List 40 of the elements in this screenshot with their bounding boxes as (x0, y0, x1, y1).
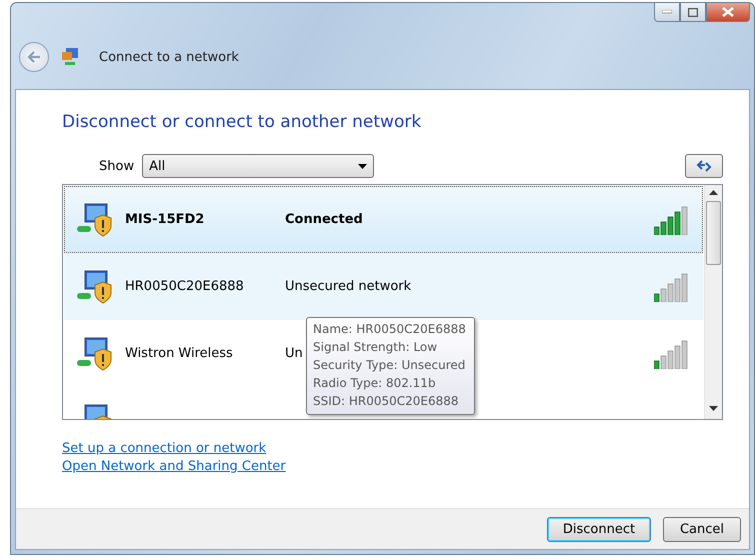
tooltip-line: Name: HR0050C20E6888 (313, 321, 466, 338)
dialog-button[interactable]: Cancel (663, 516, 741, 542)
back-arrow-icon (26, 50, 42, 64)
network-shield-icon (75, 202, 113, 238)
maximize-button[interactable] (680, 3, 706, 22)
tooltip-line: Signal Strength: Low (313, 339, 438, 356)
network-status: Un (285, 346, 303, 361)
network-row[interactable]: HR0050C20E6888 Unsecured network (64, 253, 703, 320)
close-button[interactable] (706, 3, 750, 22)
network-name: HR0050C20E6888 (125, 279, 245, 294)
network-row[interactable]: MIS-15FD2 Connected (64, 186, 703, 253)
maximize-icon (688, 8, 698, 16)
scrollbar[interactable] (704, 185, 722, 419)
caret-icon (358, 164, 368, 168)
tooltip-line: Security Type: Unsecured (313, 357, 466, 374)
scroll-up-icon (709, 190, 718, 195)
network-name: MIS-15FD2 (125, 212, 206, 227)
close-icon (722, 7, 734, 17)
network-name: Wistron Wireless (125, 346, 234, 361)
network-shield-icon (75, 268, 113, 304)
link[interactable]: Open Network and Sharing Center (62, 458, 286, 476)
dialog-button[interactable]: Disconnect (547, 516, 651, 542)
refresh-arrows-icon (695, 159, 713, 173)
network-status: Connected (285, 212, 363, 227)
page-heading: Disconnect or connect to another network (62, 112, 422, 132)
scroll-thumb[interactable] (706, 201, 721, 265)
link[interactable]: Set up a connection or network (62, 440, 266, 458)
scroll-down-icon (709, 406, 718, 411)
show-label: Show (99, 158, 134, 174)
minimize-icon (662, 10, 672, 14)
network-shield-icon (75, 336, 113, 372)
back-button[interactable] (19, 42, 49, 72)
tooltip-line: SSID: HR0050C20E6888 (313, 393, 460, 410)
minimize-button[interactable] (654, 3, 680, 22)
network-status: Unsecured network (285, 279, 412, 294)
refresh-button[interactable] (685, 154, 723, 178)
tooltip-line: Radio Type: 802.11b (313, 375, 437, 392)
network-connection-icon (61, 47, 79, 67)
window-title: Connect to a network (99, 50, 239, 64)
show-dropdown[interactable]: All (142, 154, 374, 178)
